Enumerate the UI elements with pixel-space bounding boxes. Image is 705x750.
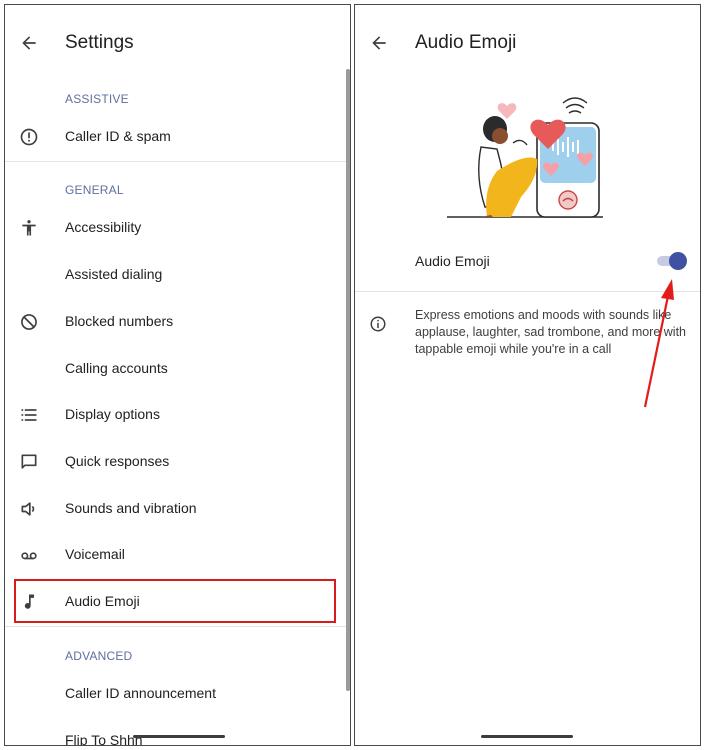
audio-emoji-illustration — [447, 97, 603, 218]
section-header-advanced: ADVANCED — [65, 649, 133, 663]
settings-item-caller-id-announcement[interactable]: Caller ID announcement — [5, 671, 340, 717]
scrollbar[interactable] — [346, 69, 350, 691]
settings-item-label: Caller ID announcement — [65, 685, 216, 701]
settings-top-bar: Settings — [5, 5, 350, 81]
settings-item-label: Accessibility — [65, 219, 142, 235]
audio-emoji-highlight-box — [14, 579, 336, 623]
alert-circle-icon — [20, 128, 38, 146]
audio-emoji-switch[interactable] — [657, 251, 687, 271]
settings-item-sounds-vibration[interactable]: Sounds and vibration — [5, 486, 340, 532]
settings-item-label: Voicemail — [65, 546, 125, 562]
settings-item-flip-to-shhh[interactable]: Flip To Shhh — [5, 718, 340, 746]
settings-item-accessibility[interactable]: Accessibility — [5, 205, 340, 251]
audio-emoji-top-bar: Audio Emoji — [355, 5, 700, 81]
page-title: Audio Emoji — [415, 32, 517, 53]
settings-item-label: Calling accounts — [65, 360, 168, 376]
toggle-label: Audio Emoji — [415, 253, 490, 269]
settings-item-blocked-numbers[interactable]: Blocked numbers — [5, 299, 340, 345]
section-header-assistive: ASSISTIVE — [65, 92, 129, 106]
settings-item-calling-accounts[interactable]: Calling accounts — [5, 346, 340, 392]
divider — [355, 291, 700, 292]
voicemail-icon — [21, 552, 37, 560]
settings-item-label: Quick responses — [65, 453, 170, 469]
settings-item-assisted-dialing[interactable]: Assisted dialing — [5, 252, 340, 298]
speaker-icon — [21, 502, 35, 516]
section-header-general: GENERAL — [65, 183, 124, 197]
gesture-nav-bar[interactable] — [481, 735, 573, 738]
settings-item-label: Assisted dialing — [65, 266, 163, 282]
settings-screen: Settings ASSISTIVE Caller ID & spam GENE… — [4, 4, 351, 746]
settings-item-quick-responses[interactable]: Quick responses — [5, 439, 340, 485]
settings-item-caller-id-spam[interactable]: Caller ID & spam — [5, 114, 340, 160]
audio-emoji-description: Express emotions and moods with sounds l… — [415, 308, 687, 356]
settings-item-voicemail[interactable]: Voicemail — [5, 532, 340, 578]
block-icon — [21, 314, 37, 330]
switch-thumb — [669, 252, 687, 270]
divider — [5, 161, 347, 162]
settings-item-label: Blocked numbers — [65, 313, 174, 329]
page-title: Settings — [65, 32, 134, 53]
accessibility-person-icon — [22, 220, 36, 236]
settings-item-label: Flip To Shhh — [65, 732, 143, 746]
list-icon — [21, 409, 37, 421]
settings-item-label: Sounds and vibration — [65, 500, 197, 516]
arrow-left-icon[interactable] — [19, 33, 39, 53]
audio-emoji-screen: Audio Emoji Audio Emoji Express emotions… — [354, 4, 701, 746]
audio-emoji-toggle-row[interactable]: Audio Emoji — [355, 235, 700, 285]
divider — [5, 626, 347, 627]
gesture-nav-bar[interactable] — [133, 735, 225, 738]
settings-item-display-options[interactable]: Display options — [5, 392, 340, 438]
settings-item-label: Caller ID & spam — [65, 128, 171, 144]
info-icon — [370, 316, 386, 332]
settings-item-label: Display options — [65, 406, 160, 422]
arrow-left-icon[interactable] — [369, 33, 389, 53]
message-square-icon — [21, 454, 37, 469]
